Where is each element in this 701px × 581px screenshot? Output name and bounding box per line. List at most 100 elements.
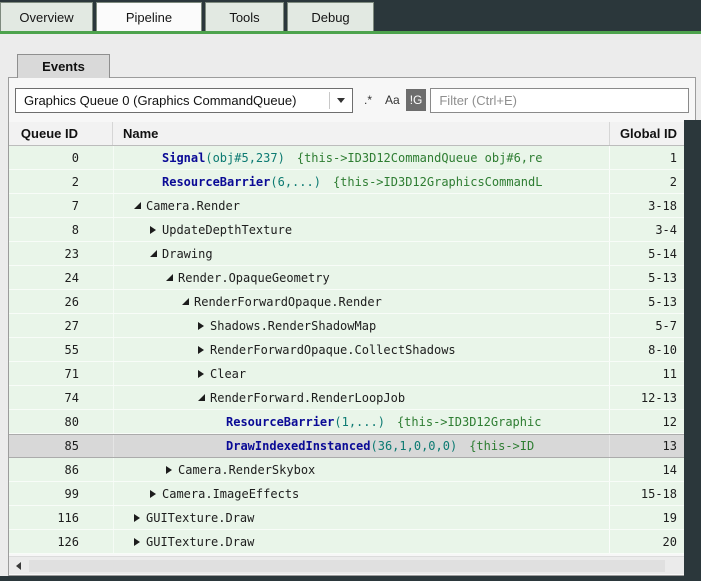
indent-spacer <box>114 157 146 158</box>
global-id-cell: 3-18 <box>609 194 685 217</box>
event-row[interactable]: 74 RenderForward.RenderLoopJob 12-13 <box>9 386 685 410</box>
global-id-cell: 11 <box>609 362 685 385</box>
queue-dropdown[interactable]: Graphics Queue 0 (Graphics CommandQueue) <box>15 88 353 113</box>
collapsed-arrow-icon[interactable] <box>146 490 160 498</box>
regex-toggle-button[interactable]: .* <box>359 89 377 111</box>
api-args-label: (36,1,0,0,0) <box>371 439 458 453</box>
indent-spacer <box>114 277 162 278</box>
header-global-id[interactable]: Global ID <box>609 122 685 145</box>
events-panel: Graphics Queue 0 (Graphics CommandQueue)… <box>8 77 696 576</box>
collapsed-arrow-icon[interactable] <box>194 370 208 378</box>
name-cell: Camera.Render <box>113 194 609 217</box>
tab-debug[interactable]: Debug <box>287 2 374 31</box>
event-name-label: GUITexture.Draw <box>146 511 254 525</box>
global-id-cell: 20 <box>609 530 685 553</box>
collapsed-arrow-icon[interactable] <box>146 226 160 234</box>
name-cell: GUITexture.Draw <box>113 506 609 529</box>
expanded-arrow-icon[interactable] <box>194 394 208 401</box>
tab-pipeline[interactable]: Pipeline <box>96 2 202 31</box>
global-id-cell: 14 <box>609 458 685 481</box>
event-row[interactable]: 86 Camera.RenderSkybox 14 <box>9 458 685 482</box>
event-row[interactable]: 8 UpdateDepthTexture 3-4 <box>9 218 685 242</box>
queue-id-cell: 23 <box>9 242 113 265</box>
expanded-arrow-icon[interactable] <box>162 274 176 281</box>
event-name-label: Camera.ImageEffects <box>162 487 299 501</box>
collapsed-arrow-icon[interactable] <box>162 466 176 474</box>
global-id-cell: 15-18 <box>609 482 685 505</box>
indent-spacer <box>114 181 146 182</box>
expanded-arrow-icon[interactable] <box>146 250 160 257</box>
queue-id-cell: 126 <box>9 530 113 553</box>
horizontal-scrollbar[interactable] <box>9 556 685 574</box>
global-id-cell: 5-13 <box>609 266 685 289</box>
tab-overview[interactable]: Overview <box>0 2 93 31</box>
queue-dropdown-value: Graphics Queue 0 (Graphics CommandQueue) <box>16 93 329 108</box>
collapsed-arrow-icon[interactable] <box>130 538 144 546</box>
indent-spacer <box>114 205 130 206</box>
name-cell: GUITexture.Draw <box>113 530 609 553</box>
event-row[interactable]: 2 ResourceBarrier (6,...) {this->ID3D12G… <box>9 170 685 194</box>
vertical-scrollbar[interactable] <box>684 120 701 581</box>
event-name-label: Clear <box>210 367 246 381</box>
indent-spacer <box>114 421 210 422</box>
tab-tools[interactable]: Tools <box>205 2 284 31</box>
event-row[interactable]: 24 Render.OpaqueGeometry 5-13 <box>9 266 685 290</box>
scrollbar-thumb[interactable] <box>29 560 665 572</box>
global-id-cell: 5-13 <box>609 290 685 313</box>
queue-id-cell: 116 <box>9 506 113 529</box>
event-row[interactable]: 80 ResourceBarrier (1,...) {this->ID3D12… <box>9 410 685 434</box>
event-rows: 0 Signal (obj#5,237) {this->ID3D12Comman… <box>9 146 685 554</box>
indent-spacer <box>114 349 194 350</box>
event-row[interactable]: 23 Drawing 5-14 <box>9 242 685 266</box>
name-cell: DrawIndexedInstanced (36,1,0,0,0) {this-… <box>113 435 609 457</box>
event-row[interactable]: 126 GUITexture.Draw 20 <box>9 530 685 554</box>
event-row[interactable]: 85 DrawIndexedInstanced (36,1,0,0,0) {th… <box>9 434 685 458</box>
name-cell: RenderForwardOpaque.Render <box>113 290 609 313</box>
expanded-arrow-icon[interactable] <box>130 202 144 209</box>
global-id-cell: 5-14 <box>609 242 685 265</box>
event-row[interactable]: 26 RenderForwardOpaque.Render 5-13 <box>9 290 685 314</box>
event-row[interactable]: 99 Camera.ImageEffects 15-18 <box>9 482 685 506</box>
events-tab[interactable]: Events <box>17 54 110 78</box>
api-function-label: ResourceBarrier <box>226 415 334 429</box>
event-name-label: RenderForward.RenderLoopJob <box>210 391 405 405</box>
event-row[interactable]: 116 GUITexture.Draw 19 <box>9 506 685 530</box>
expanded-arrow-icon[interactable] <box>178 298 192 305</box>
global-id-cell: 12-13 <box>609 386 685 409</box>
queue-id-cell: 74 <box>9 386 113 409</box>
api-detail-label: {this->ID <box>469 439 534 453</box>
name-cell: ResourceBarrier (6,...) {this->ID3D12Gra… <box>113 170 609 193</box>
indent-spacer <box>114 541 130 542</box>
collapsed-arrow-icon[interactable] <box>130 514 144 522</box>
event-name-label: Shadows.RenderShadowMap <box>210 319 376 333</box>
collapsed-arrow-icon[interactable] <box>194 346 208 354</box>
indent-spacer <box>114 493 146 494</box>
event-name-label: GUITexture.Draw <box>146 535 254 549</box>
header-name[interactable]: Name <box>113 122 609 145</box>
header-queue-id[interactable]: Queue ID <box>9 122 113 145</box>
collapsed-arrow-icon[interactable] <box>194 322 208 330</box>
event-name-label: RenderForwardOpaque.Render <box>194 295 382 309</box>
match-case-toggle-button[interactable]: Aa <box>383 89 402 111</box>
global-id-cell: 8-10 <box>609 338 685 361</box>
scroll-left-button[interactable] <box>9 557 27 575</box>
name-cell: Drawing <box>113 242 609 265</box>
api-function-label: DrawIndexedInstanced <box>226 439 371 453</box>
queue-id-cell: 0 <box>9 146 113 169</box>
event-row[interactable]: 71 Clear 11 <box>9 362 685 386</box>
queue-id-cell: 7 <box>9 194 113 217</box>
event-row[interactable]: 7 Camera.Render 3-18 <box>9 194 685 218</box>
queue-id-cell: 99 <box>9 482 113 505</box>
api-detail-label: {this->ID3D12GraphicsCommandL <box>333 175 543 189</box>
filter-input[interactable] <box>430 88 689 113</box>
indent-spacer <box>114 229 146 230</box>
api-args-label: (obj#5,237) <box>205 151 284 165</box>
indent-spacer <box>114 373 194 374</box>
name-cell: ResourceBarrier (1,...) {this->ID3D12Gra… <box>113 410 609 433</box>
event-row[interactable]: 27 Shadows.RenderShadowMap 5-7 <box>9 314 685 338</box>
event-row[interactable]: 55 RenderForwardOpaque.CollectShadows 8-… <box>9 338 685 362</box>
glob-toggle-button[interactable]: !G <box>406 89 427 111</box>
name-cell: Shadows.RenderShadowMap <box>113 314 609 337</box>
name-cell: RenderForwardOpaque.CollectShadows <box>113 338 609 361</box>
event-row[interactable]: 0 Signal (obj#5,237) {this->ID3D12Comman… <box>9 146 685 170</box>
